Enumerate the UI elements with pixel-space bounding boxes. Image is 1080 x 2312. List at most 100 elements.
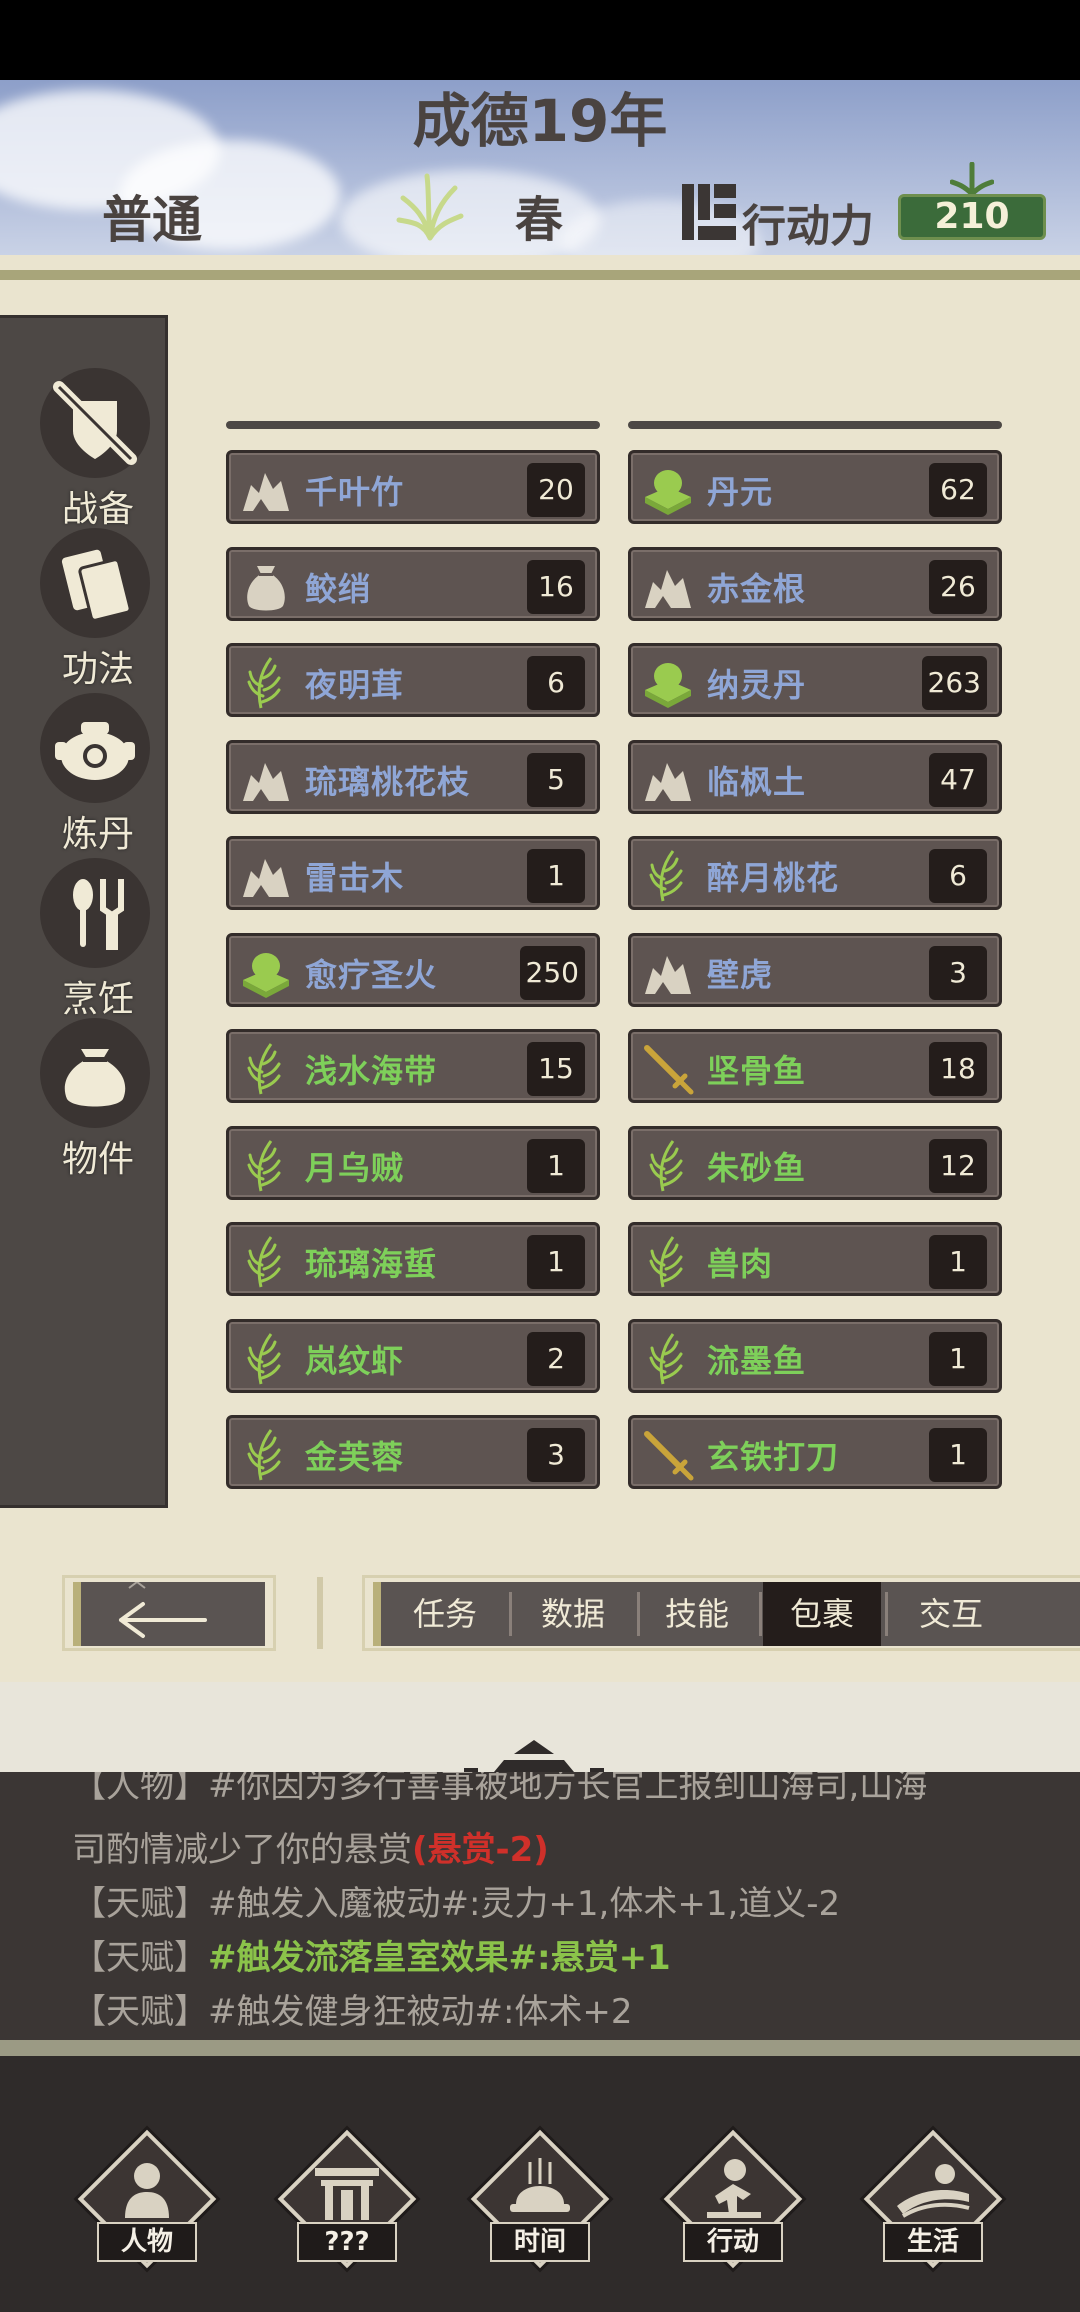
item-count: 6 (929, 849, 987, 903)
ore-icon (239, 753, 293, 807)
inventory-item[interactable]: 丹元 62 (628, 450, 1002, 524)
inventory-item[interactable]: 流墨鱼 1 (628, 1319, 1002, 1393)
item-name: 金芙蓉 (305, 1438, 405, 1476)
inventory-item[interactable]: 琉璃海蜇 1 (226, 1222, 600, 1296)
nav-unknown[interactable]: ??? (272, 2129, 422, 2290)
item-count: 18 (929, 1042, 987, 1096)
item-count: 5 (527, 753, 585, 807)
item-name: 醉月桃花 (707, 859, 840, 897)
person-icon (125, 2163, 169, 2218)
item-name: 朱砂鱼 (707, 1149, 807, 1187)
inventory-item[interactable]: 兽肉 1 (628, 1222, 1002, 1296)
tab-bag[interactable]: 包裹 (763, 1582, 881, 1646)
inventory-item[interactable]: 坚骨鱼 18 (628, 1029, 1002, 1103)
ore-icon (239, 849, 293, 903)
tab-interact[interactable]: 交互 (887, 1582, 1015, 1646)
pill-icon (239, 946, 293, 1000)
nav-character[interactable]: 人物 (72, 2129, 222, 2290)
bottom-nav: 人物 ??? 时间 行动 生活 (0, 2056, 1080, 2312)
main-panel: 战备 功法 炼丹 烹饪 物件 千叶竹 20 鲛绡 16 夜明茸 6 琉璃桃花枝 … (0, 255, 1080, 1682)
item-count: 47 (929, 753, 987, 807)
nav-life[interactable]: 生活 (858, 2129, 1008, 2290)
item-count: 20 (527, 463, 585, 517)
item-count: 1 (527, 1139, 585, 1193)
item-name: 丹元 (707, 473, 774, 511)
tab-tasks[interactable]: 任务 (381, 1582, 509, 1646)
item-count: 1 (929, 1332, 987, 1386)
collapse-handle-icon[interactable] (464, 1732, 604, 1772)
grass-icon (641, 1139, 695, 1193)
log-line: 【天赋】#触发健身狂被动#:体术+2 (72, 1992, 633, 2032)
item-count: 1 (929, 1428, 987, 1482)
inventory-item[interactable]: 千叶竹 20 (226, 450, 600, 524)
item-name: 赤金根 (707, 570, 807, 608)
item-name: 千叶竹 (305, 473, 405, 511)
item-count: 16 (527, 560, 585, 614)
action-points-label: 行动力 (742, 201, 874, 252)
inventory-item[interactable]: 金芙蓉 3 (226, 1415, 600, 1489)
item-name: 纳灵丹 (707, 666, 807, 704)
status-bar (0, 0, 1080, 80)
nav-time[interactable]: 时间 (465, 2129, 615, 2290)
sidebar-label: 功法 (61, 649, 134, 690)
item-name: 坚骨鱼 (707, 1052, 807, 1090)
sack-icon (239, 560, 293, 614)
book-icon (40, 528, 150, 638)
shield-sword-icon (40, 368, 150, 478)
tab-data[interactable]: 数据 (509, 1582, 637, 1646)
inventory-item[interactable]: 浅水海带 15 (226, 1029, 600, 1103)
item-name: 鲛绡 (305, 570, 372, 608)
leaf-icon (950, 162, 994, 196)
item-name: 夜明茸 (305, 666, 405, 704)
cauldron-icon (40, 693, 150, 803)
field-icon (897, 2164, 970, 2218)
grass-icon (239, 1428, 293, 1482)
inventory-item[interactable]: 月乌贼 1 (226, 1126, 600, 1200)
item-count: 1 (527, 849, 585, 903)
nav-action[interactable]: 行动 (658, 2129, 808, 2290)
item-count: 12 (929, 1139, 987, 1193)
item-count: 1 (527, 1235, 585, 1289)
utensils-icon (40, 858, 150, 968)
grass-icon (239, 1042, 293, 1096)
action-points-icon (682, 184, 736, 240)
tab-skills[interactable]: 技能 (633, 1582, 761, 1646)
item-count: 15 (527, 1042, 585, 1096)
inventory-item[interactable]: 愈疗圣火 250 (226, 933, 600, 1007)
inventory-item[interactable]: 雷击木 1 (226, 836, 600, 910)
sidebar-label: 炼丹 (61, 814, 134, 855)
action-person-icon (707, 2159, 761, 2218)
ore-icon (641, 946, 695, 1000)
inventory-item[interactable]: 岚纹虾 2 (226, 1319, 600, 1393)
inventory-item[interactable]: 鲛绡 16 (226, 547, 600, 621)
item-count: 62 (929, 463, 987, 517)
item-count: 3 (929, 946, 987, 1000)
sidebar-label: 烹饪 (61, 979, 134, 1020)
inventory-item[interactable]: 赤金根 26 (628, 547, 1002, 621)
item-count: 2 (527, 1332, 585, 1386)
ore-icon (641, 560, 695, 614)
difficulty-label: 普通 (102, 191, 202, 249)
back-button[interactable] (62, 1575, 276, 1651)
inventory-item[interactable]: 玄铁打刀 1 (628, 1415, 1002, 1489)
grass-icon (239, 656, 293, 710)
item-count: 26 (929, 560, 987, 614)
grass-icon (641, 1332, 695, 1386)
season-label: 春 (515, 192, 564, 248)
item-name: 雷击木 (305, 859, 405, 897)
log-line: 司酌情减少了你的悬赏(悬赏-2) (72, 1830, 549, 1870)
back-arrow-icon (119, 1580, 207, 1638)
inventory-item[interactable]: 纳灵丹 263 (628, 643, 1002, 717)
inventory-item[interactable]: 朱砂鱼 12 (628, 1126, 1002, 1200)
inventory-item[interactable]: 临枫土 47 (628, 740, 1002, 814)
incense-burner-icon (510, 2158, 570, 2212)
inventory-item[interactable]: 琉璃桃花枝 5 (226, 740, 600, 814)
log-line: 【人物】#你因为多行善事被地方长官上报到山海司,山海 (72, 1772, 928, 1806)
log-line: 【天赋】#触发流落皇室效果#:悬赏+1 (72, 1938, 671, 1978)
inventory-item[interactable]: 壁虎 3 (628, 933, 1002, 1007)
inventory-item[interactable]: 夜明茸 6 (226, 643, 600, 717)
item-count: 6 (527, 656, 585, 710)
inventory-item[interactable]: 醉月桃花 6 (628, 836, 1002, 910)
pill-icon (641, 463, 695, 517)
action-points-value: 210 (898, 194, 1046, 240)
